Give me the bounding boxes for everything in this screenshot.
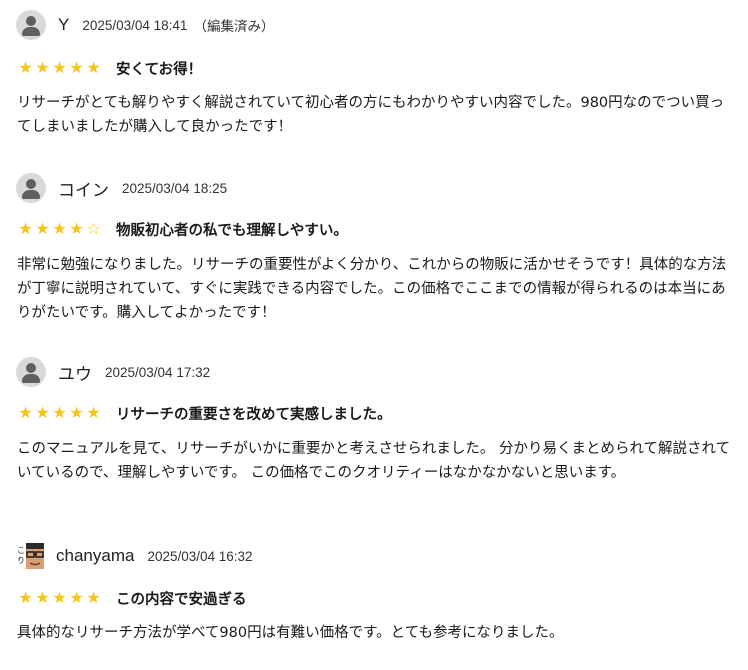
star-rating: ★ ★ ★ ★ ★ (17, 405, 102, 421)
default-user-icon[interactable] (16, 173, 46, 203)
default-user-icon[interactable] (16, 10, 46, 40)
star-rating: ★ ★ ★ ★ ★ (17, 60, 102, 76)
review-title-row: ★ ★ ★ ★ ★ リサーチの重要さを改めて実感しました。 (17, 402, 392, 424)
star-icon: ★ (35, 219, 50, 238)
reviewer-name[interactable]: Y (58, 15, 69, 35)
reviewer-name[interactable]: コイン (58, 176, 109, 201)
star-icon: ★ (86, 58, 101, 77)
default-user-icon[interactable] (16, 357, 46, 387)
star-icon: ★ (18, 403, 33, 422)
photo-avatar-icon[interactable]: こ り (16, 541, 46, 571)
star-icon: ★ (18, 219, 33, 238)
review-list: Y 2025/03/04 18:41 （編集済み） ★ ★ ★ ★ ★ 安くてお… (0, 0, 748, 670)
star-rating: ★ ★ ★ ★ ☆ (17, 221, 102, 237)
review-date: 2025/03/04 16:32 (147, 548, 253, 564)
review-body: リサーチがとても解りやすく解説されていて初心者の方にもわかりやすい内容でした。9… (17, 95, 725, 135)
review-title-row: ★ ★ ★ ★ ★ 安くてお得！ (17, 57, 202, 79)
review-header: Y 2025/03/04 18:41 （編集済み） (16, 10, 274, 40)
review-title: 物販初心者の私でも理解しやすい。 (116, 222, 348, 239)
star-icon: ★ (86, 403, 101, 422)
star-icon: ★ (52, 588, 67, 607)
star-icon: ★ (69, 219, 84, 238)
star-icon: ★ (69, 403, 84, 422)
review-date: 2025/03/04 17:32 (105, 364, 211, 380)
star-icon: ★ (69, 588, 84, 607)
review-header: ユウ 2025/03/04 17:32 (16, 357, 210, 387)
review-body: 具体的なリサーチ方法が学べて980円は有難い価格です。とても参考になりました。 (17, 625, 564, 641)
star-icon: ★ (35, 58, 50, 77)
svg-text:こ: こ (17, 546, 25, 555)
star-outline-icon: ☆ (86, 219, 101, 238)
review-title: 安くてお得！ (116, 61, 203, 78)
star-icon: ★ (35, 588, 50, 607)
review-header: コイン 2025/03/04 18:25 (16, 173, 227, 203)
star-icon: ★ (18, 588, 33, 607)
review-date: 2025/03/04 18:25 (122, 180, 228, 196)
star-icon: ★ (35, 403, 50, 422)
review-title: リサーチの重要さを改めて実感しました。 (116, 406, 392, 423)
review-title-row: ★ ★ ★ ★ ☆ 物販初心者の私でも理解しやすい。 (17, 218, 348, 240)
reviewer-name[interactable]: ユウ (58, 360, 92, 385)
star-icon: ★ (52, 403, 67, 422)
star-icon: ★ (52, 58, 67, 77)
star-icon: ★ (18, 58, 33, 77)
review-body: 非常に勉強になりました。リサーチの重要性がよく分かり、これからの物販に活かせそう… (17, 257, 727, 321)
review-title: この内容で安過ぎる (116, 591, 247, 608)
svg-text:り: り (17, 556, 25, 565)
reviewer-name[interactable]: chanyama (56, 546, 134, 566)
star-icon: ★ (86, 588, 101, 607)
star-icon: ★ (52, 219, 67, 238)
review-date: 2025/03/04 18:41 (82, 17, 188, 33)
review-header: こ り chanyama 2025/03/04 16:32 (16, 541, 253, 571)
star-icon: ★ (69, 58, 84, 77)
review-body: このマニュアルを見て、リサーチがいかに重要かと考えさせられました。 分かり易くま… (17, 441, 731, 481)
edited-label: （編集済み） (193, 19, 275, 35)
review-title-row: ★ ★ ★ ★ ★ この内容で安過ぎる (17, 587, 247, 609)
star-rating: ★ ★ ★ ★ ★ (17, 590, 102, 606)
